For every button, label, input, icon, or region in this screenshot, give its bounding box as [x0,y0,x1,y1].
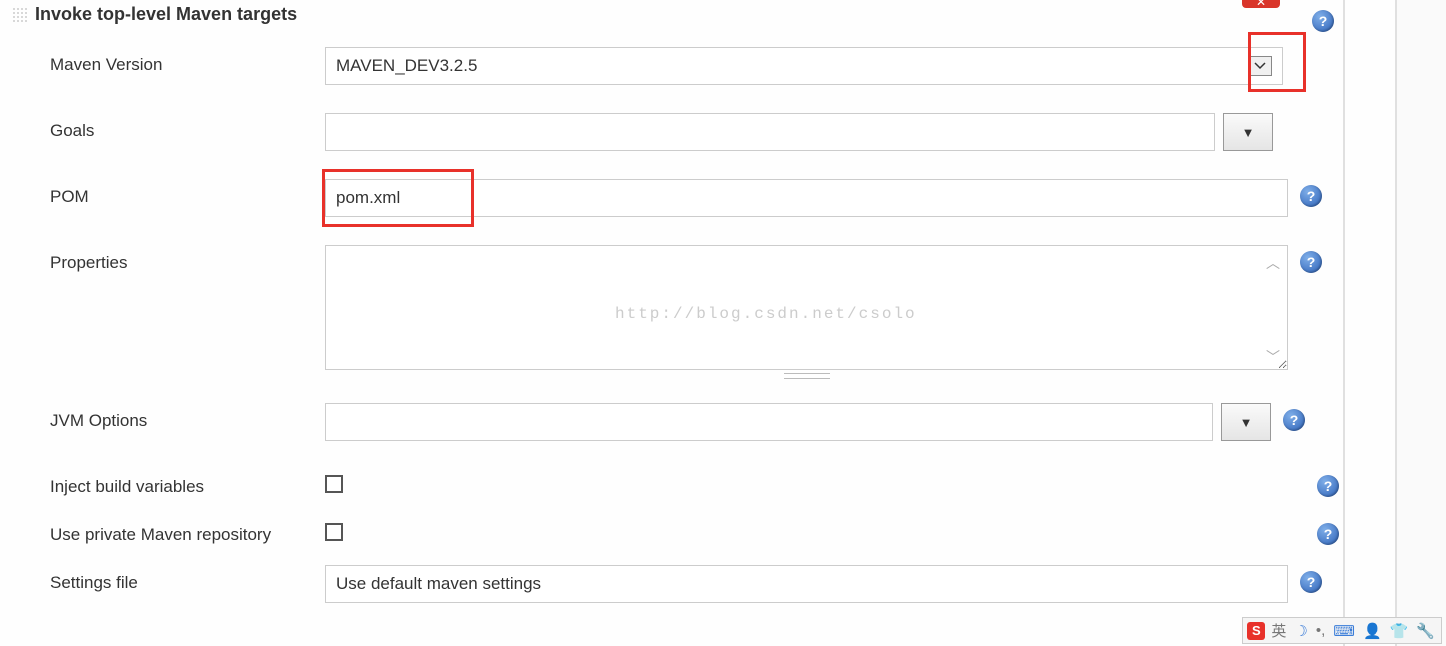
help-icon[interactable]: ? [1283,409,1305,431]
ime-taskbar: S 英 ☽ •, ⌨ 👤 👕 🔧 [1242,617,1442,644]
scroll-up-icon[interactable]: ︿ [1266,253,1280,273]
help-icon[interactable]: ? [1300,571,1322,593]
punct-icon[interactable]: •, [1314,622,1327,639]
expand-button[interactable]: ▼ [1221,403,1271,441]
user-icon[interactable]: 👤 [1361,622,1384,640]
label-jvm-options: JVM Options [50,403,325,431]
maven-version-value: MAVEN_DEV3.2.5 [336,56,477,76]
ime-lang[interactable]: 英 [1269,620,1288,641]
help-icon[interactable]: ? [1317,523,1339,545]
label-settings-file: Settings file [50,565,325,593]
wrench-icon[interactable]: 🔧 [1414,622,1437,640]
keyboard-icon[interactable]: ⌨ [1331,622,1357,640]
help-icon[interactable]: ? [1312,10,1334,32]
resize-grip-icon[interactable] [784,373,830,379]
label-pom: POM [50,179,325,207]
row-use-private-repo: Use private Maven repository ? [12,517,1343,545]
row-properties: Properties ︿ ﹀ http://blog.csdn.net/csol… [12,245,1343,375]
moon-icon[interactable]: ☽ [1292,622,1309,640]
help-icon[interactable]: ? [1317,475,1339,497]
label-goals: Goals [50,113,325,141]
chevron-down-icon[interactable] [1248,56,1272,76]
pom-input[interactable] [325,179,1288,217]
row-jvm-options: JVM Options ▼ ? [12,403,1343,441]
label-maven-version: Maven Version [50,47,325,75]
help-icon[interactable]: ? [1300,185,1322,207]
drag-handle-icon[interactable] [12,7,27,22]
expand-button[interactable]: ▼ [1223,113,1273,151]
jvm-options-input[interactable] [325,403,1213,441]
shirt-icon[interactable]: 👕 [1388,622,1411,640]
use-private-repo-checkbox[interactable] [325,523,343,541]
label-properties: Properties [50,245,325,273]
scroll-down-icon[interactable]: ﹀ [1266,347,1280,367]
help-icon[interactable]: ? [1300,251,1322,273]
properties-textarea[interactable] [325,245,1288,370]
label-use-private-repo: Use private Maven repository [50,517,325,545]
row-goals: Goals ▼ [12,113,1343,151]
settings-file-value: Use default maven settings [336,574,541,594]
section-title: Invoke top-level Maven targets [35,4,297,25]
row-inject-build-vars: Inject build variables ? [12,469,1343,497]
row-settings-file: Settings file Use default maven settings… [12,565,1343,603]
ime-badge-icon[interactable]: S [1247,622,1265,640]
inject-build-vars-checkbox[interactable] [325,475,343,493]
goals-input[interactable] [325,113,1215,151]
maven-version-select[interactable]: MAVEN_DEV3.2.5 [325,47,1283,85]
label-inject-build-vars: Inject build variables [50,469,325,497]
settings-file-select[interactable]: Use default maven settings [325,565,1288,603]
row-pom: POM ? [12,179,1343,217]
row-maven-version: Maven Version MAVEN_DEV3.2.5 [12,47,1343,85]
section-header: Invoke top-level Maven targets ✕ ? [12,4,1343,25]
close-button[interactable]: ✕ [1242,0,1280,8]
